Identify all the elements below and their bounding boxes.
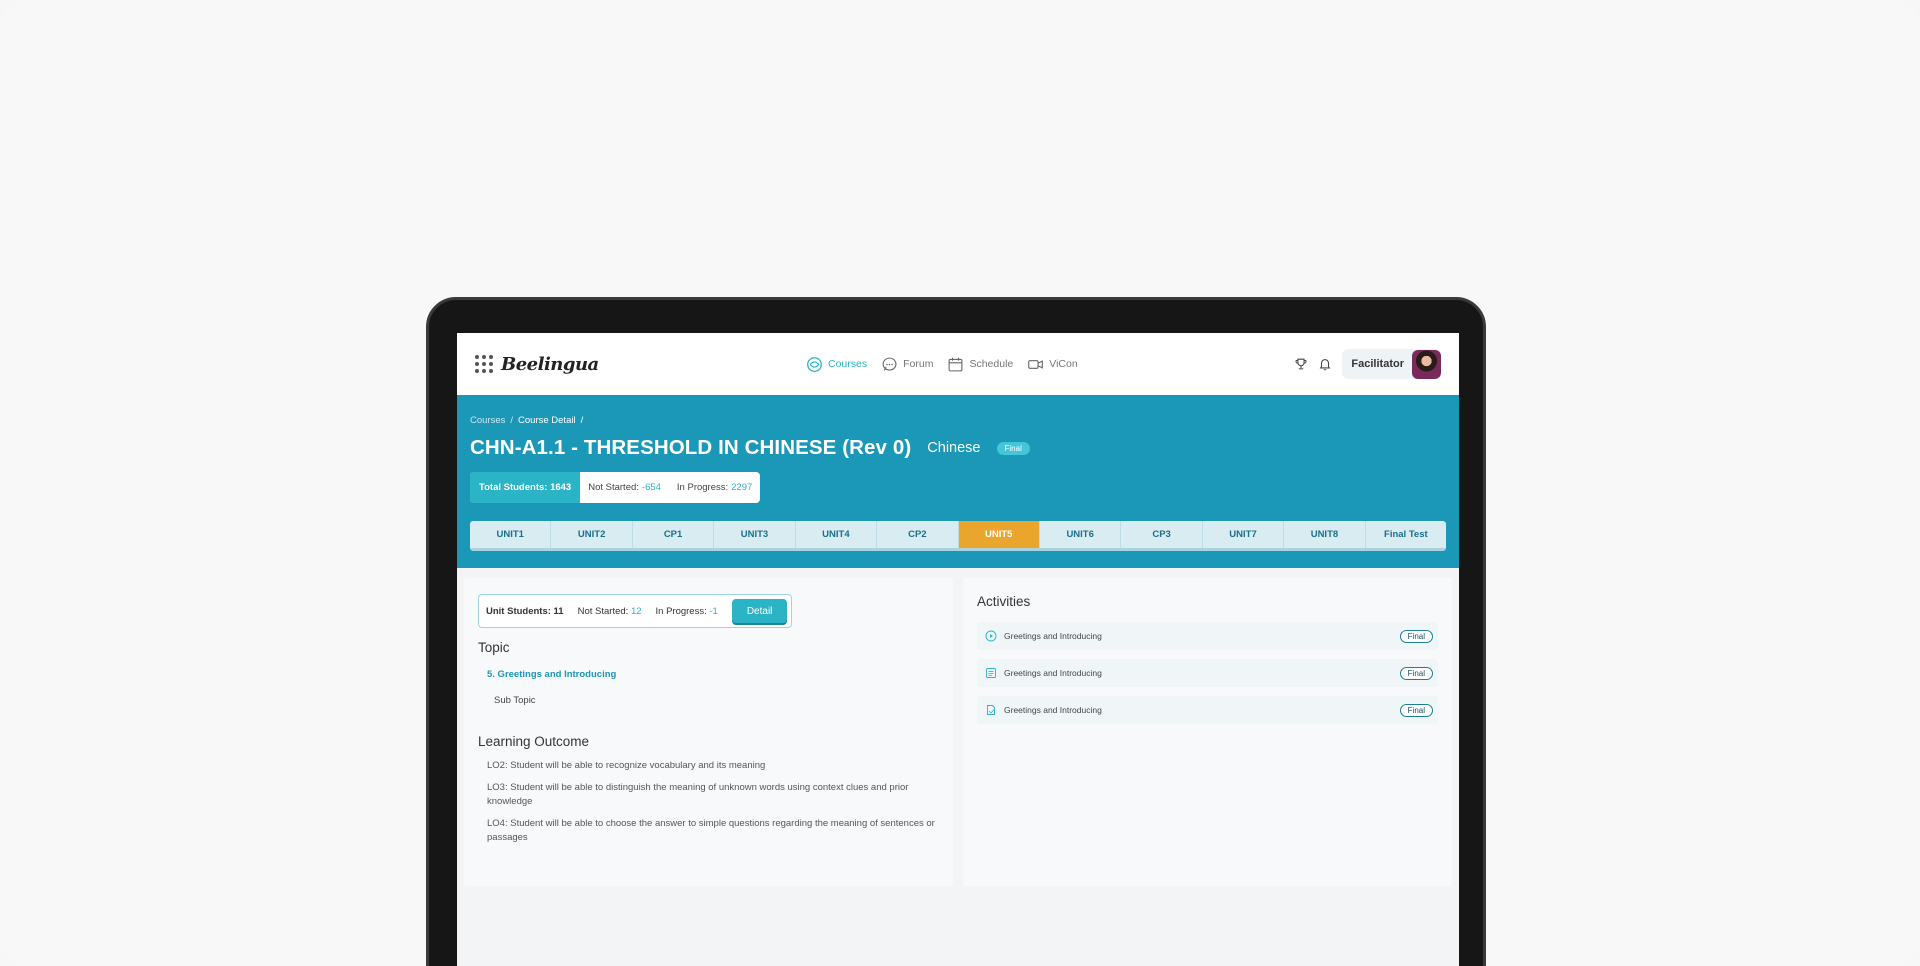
tab-cp3[interactable]: CP3	[1121, 521, 1203, 548]
activity-item[interactable]: Greetings and Introducing Final	[977, 659, 1438, 687]
activity-item[interactable]: Greetings and Introducing Final	[977, 696, 1438, 724]
tab-unit5[interactable]: UNIT5	[958, 521, 1040, 548]
activity-status-badge: Final	[1399, 666, 1433, 680]
activity-status-badge: Final	[1399, 703, 1433, 717]
main-content: Unit Students: 11 Not Started: 12 In Pro…	[457, 568, 1459, 886]
course-header: Courses / Course Detail / CHN-A1.1 - THR…	[457, 395, 1459, 568]
trophy-icon[interactable]	[1294, 357, 1308, 371]
in-progress-stat: In Progress: 2297	[669, 472, 760, 503]
course-stats: Total Students: 1643 Not Started: -654 I…	[470, 472, 761, 503]
nav-vicon[interactable]: ViCon	[1027, 356, 1078, 373]
tab-cp2[interactable]: CP2	[877, 521, 959, 548]
tab-final-test[interactable]: Final Test	[1366, 521, 1446, 548]
activity-label: Greetings and Introducing	[1004, 705, 1102, 715]
unit-stats: Unit Students: 11 Not Started: 12 In Pro…	[478, 594, 793, 628]
activities-card: Activities Greetings and Introducing Fin…	[963, 578, 1452, 886]
unit-in-progress-value: -1	[709, 605, 718, 617]
video-icon	[1028, 359, 1044, 369]
total-students: Total Students: 1643	[470, 472, 581, 503]
breadcrumb-course-detail: Course Detail	[518, 415, 576, 426]
bell-icon[interactable]	[1318, 357, 1332, 371]
course-title-row: CHN-A1.1 - THRESHOLD IN CHINESE (Rev 0) …	[470, 436, 1446, 460]
nav-courses[interactable]: Courses	[806, 356, 867, 373]
not-started-label: Not Started:	[588, 482, 639, 493]
detail-button[interactable]: Detail	[731, 599, 788, 623]
forum-icon	[882, 357, 897, 371]
course-language: Chinese	[927, 440, 981, 456]
activity-item[interactable]: Greetings and Introducing Final	[977, 622, 1438, 650]
unit-detail-card: Unit Students: 11 Not Started: 12 In Pro…	[464, 578, 953, 886]
breadcrumb-separator: /	[580, 415, 584, 426]
play-circle-icon	[985, 630, 997, 642]
user-menu[interactable]: Facilitator	[1342, 349, 1441, 379]
breadcrumb: Courses / Course Detail /	[470, 415, 1446, 426]
tab-cp1[interactable]: CP1	[633, 521, 715, 548]
unit-in-progress-label: In Progress:	[655, 605, 707, 617]
app-grid-icon[interactable]	[475, 355, 493, 373]
activity-label: Greetings and Introducing	[1004, 668, 1102, 678]
document-icon	[987, 705, 995, 715]
topic-heading: Topic	[478, 640, 510, 655]
unit-in-progress: In Progress: -1	[656, 606, 718, 617]
learning-outcome-item: LO2: Student will be able to recognize v…	[487, 760, 766, 771]
courses-icon	[807, 356, 822, 372]
breadcrumb-courses[interactable]: Courses	[470, 415, 505, 426]
not-started-value: -654	[641, 482, 661, 493]
tab-unit8[interactable]: UNIT8	[1284, 521, 1366, 548]
learning-outcome-item: LO3: Student will be able to distinguish…	[487, 782, 909, 807]
app-screen: Beelingua Courses Forum Schedule ViCon F…	[457, 333, 1459, 966]
unit-students: Unit Students: 11	[486, 605, 564, 617]
not-started-stat: Not Started: -654	[580, 472, 669, 503]
in-progress-value: 2297	[731, 482, 753, 493]
unit-not-started-label: Not Started:	[577, 605, 629, 617]
page-title: CHN-A1.1 - THRESHOLD IN CHINESE (Rev 0)	[470, 436, 912, 459]
main-nav: Courses Forum Schedule ViCon	[806, 333, 1078, 395]
nav-right-group: Facilitator	[1294, 333, 1441, 395]
learning-outcome-item: LO4: Student will be able to choose the …	[487, 818, 935, 843]
activity-status-badge: Final	[1399, 629, 1433, 643]
activity-label: Greetings and Introducing	[1004, 631, 1102, 641]
in-progress-label: In Progress:	[676, 482, 729, 493]
nav-forum[interactable]: Forum	[881, 356, 933, 373]
tab-unit2[interactable]: UNIT2	[551, 521, 633, 548]
top-navbar: Beelingua Courses Forum Schedule ViCon F…	[457, 333, 1459, 395]
nav-schedule[interactable]: Schedule	[947, 356, 1013, 373]
app-logo[interactable]: Beelingua	[501, 354, 599, 375]
learning-outcome-heading: Learning Outcome	[478, 734, 590, 749]
avatar	[1412, 349, 1441, 379]
breadcrumb-separator: /	[510, 415, 514, 426]
topic-link[interactable]: 5. Greetings and Introducing	[487, 669, 939, 680]
nav-schedule-label: Schedule	[969, 358, 1014, 370]
unit-tabs: UNIT1 UNIT2 CP1 UNIT3 UNIT4 CP2 UNIT5 UN…	[470, 521, 1446, 551]
unit-not-started-value: 12	[630, 605, 642, 617]
calendar-icon	[949, 357, 963, 371]
nav-courses-label: Courses	[828, 358, 868, 370]
tab-unit3[interactable]: UNIT3	[714, 521, 796, 548]
unit-not-started: Not Started: 12	[578, 606, 642, 617]
list-icon	[986, 668, 996, 678]
sub-topic-label: Sub Topic	[494, 695, 536, 706]
tab-unit6[interactable]: UNIT6	[1040, 521, 1122, 548]
status-badge: Final	[996, 441, 1030, 455]
tab-unit7[interactable]: UNIT7	[1203, 521, 1285, 548]
nav-forum-label: Forum	[903, 358, 934, 370]
tab-unit4[interactable]: UNIT4	[796, 521, 878, 548]
activities-heading: Activities	[977, 594, 1031, 609]
tab-unit1[interactable]: UNIT1	[470, 521, 552, 548]
nav-vicon-label: ViCon	[1049, 358, 1078, 370]
user-role-label: Facilitator	[1351, 358, 1404, 370]
